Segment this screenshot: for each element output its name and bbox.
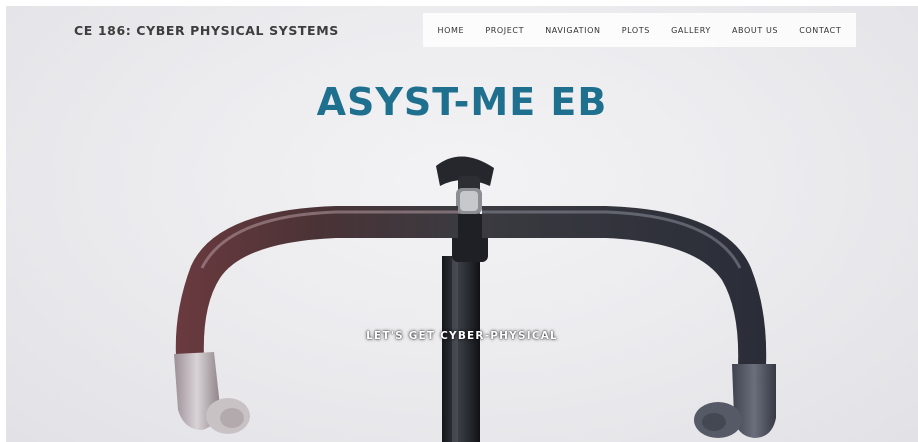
nav-item-contact[interactable]: CONTACT (796, 22, 844, 39)
page: LET'S GET CYBER-PHYSICAL ASYST-ME EB CE … (0, 0, 918, 442)
nav-item-gallery[interactable]: GALLERY (668, 22, 714, 39)
hero-headline: ASYST-ME EB (316, 80, 608, 124)
hero-section: LET'S GET CYBER-PHYSICAL ASYST-ME EB CE … (6, 6, 918, 442)
nav-item-plots[interactable]: PLOTS (619, 22, 653, 39)
bicycle-handlebar-image (174, 156, 776, 442)
nav-item-project[interactable]: PROJECT (482, 22, 527, 39)
nav-item-about-us[interactable]: ABOUT US (729, 22, 781, 39)
main-navigation: HOME PROJECT NAVIGATION PLOTS GALLERY AB… (423, 13, 856, 47)
site-brand-title[interactable]: CE 186: CYBER PHYSICAL SYSTEMS (74, 23, 339, 38)
nav-item-navigation[interactable]: NAVIGATION (542, 22, 603, 39)
hero-tagline: LET'S GET CYBER-PHYSICAL (366, 330, 558, 342)
nav-item-home[interactable]: HOME (435, 22, 468, 39)
